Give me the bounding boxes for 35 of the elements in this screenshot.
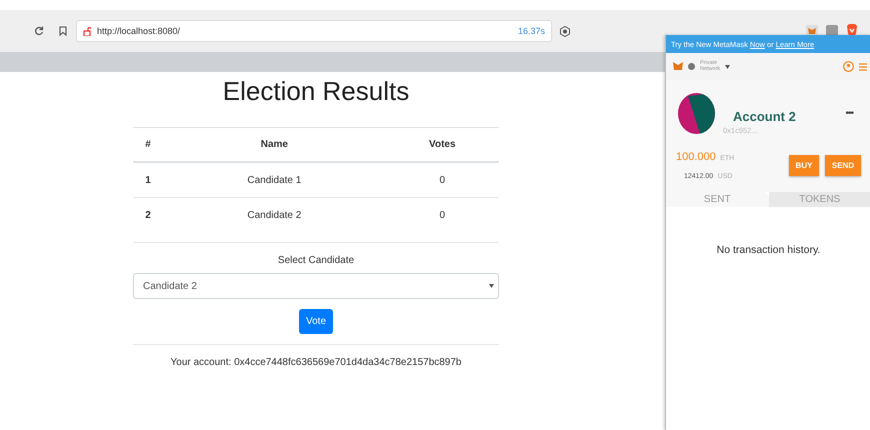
empty-history-message: No transaction history. [716,244,822,256]
page-title: Election Results [222,76,410,107]
bookmark-icon[interactable] [58,26,68,36]
fox-icon [673,62,683,71]
column-header: Votes [386,128,499,162]
wallet-tab[interactable]: SENT [666,192,768,207]
eth-balance: 100.000 [676,151,716,163]
table-cell: Candidate 2 [163,198,386,232]
reload-icon[interactable] [34,26,44,36]
column-header: # [133,128,164,162]
send-button[interactable]: SEND [825,154,861,176]
account-icon[interactable] [843,61,854,72]
vote-button[interactable]: Vote [299,309,333,334]
unlocked-padlock-icon [83,26,91,36]
account-text: Your account: 0x4cce7448fc636569e701d4da34c78e2157bc897b [170,357,462,368]
menu-icon[interactable] [859,62,867,70]
wallet-tab[interactable]: TOKENS [768,192,870,207]
caret-icon [725,64,730,68]
url-text: http://localhost:8080/ [97,26,182,36]
table-cell: Candidate 1 [163,162,386,198]
caret-icon [489,284,494,288]
select-label: Select Candidate [276,255,356,266]
buy-button[interactable]: BUY [789,154,819,176]
table-cell: 2 [133,198,164,232]
more-options-icon[interactable]: ••• [845,108,853,119]
table-cell: 0 [386,162,499,198]
account-name: Account 2 [733,108,796,124]
table-cell: 0 [386,198,499,232]
avatar-icon [678,93,715,134]
shield-icon[interactable] [560,26,570,36]
address-bar[interactable]: http://localhost:8080/ 16.37s [76,20,552,42]
table-cell: 1 [133,162,164,198]
load-time: 16.37s [518,26,545,36]
candidate-dropdown[interactable]: Candidate 2 [133,273,499,299]
column-header: Name [163,128,386,162]
